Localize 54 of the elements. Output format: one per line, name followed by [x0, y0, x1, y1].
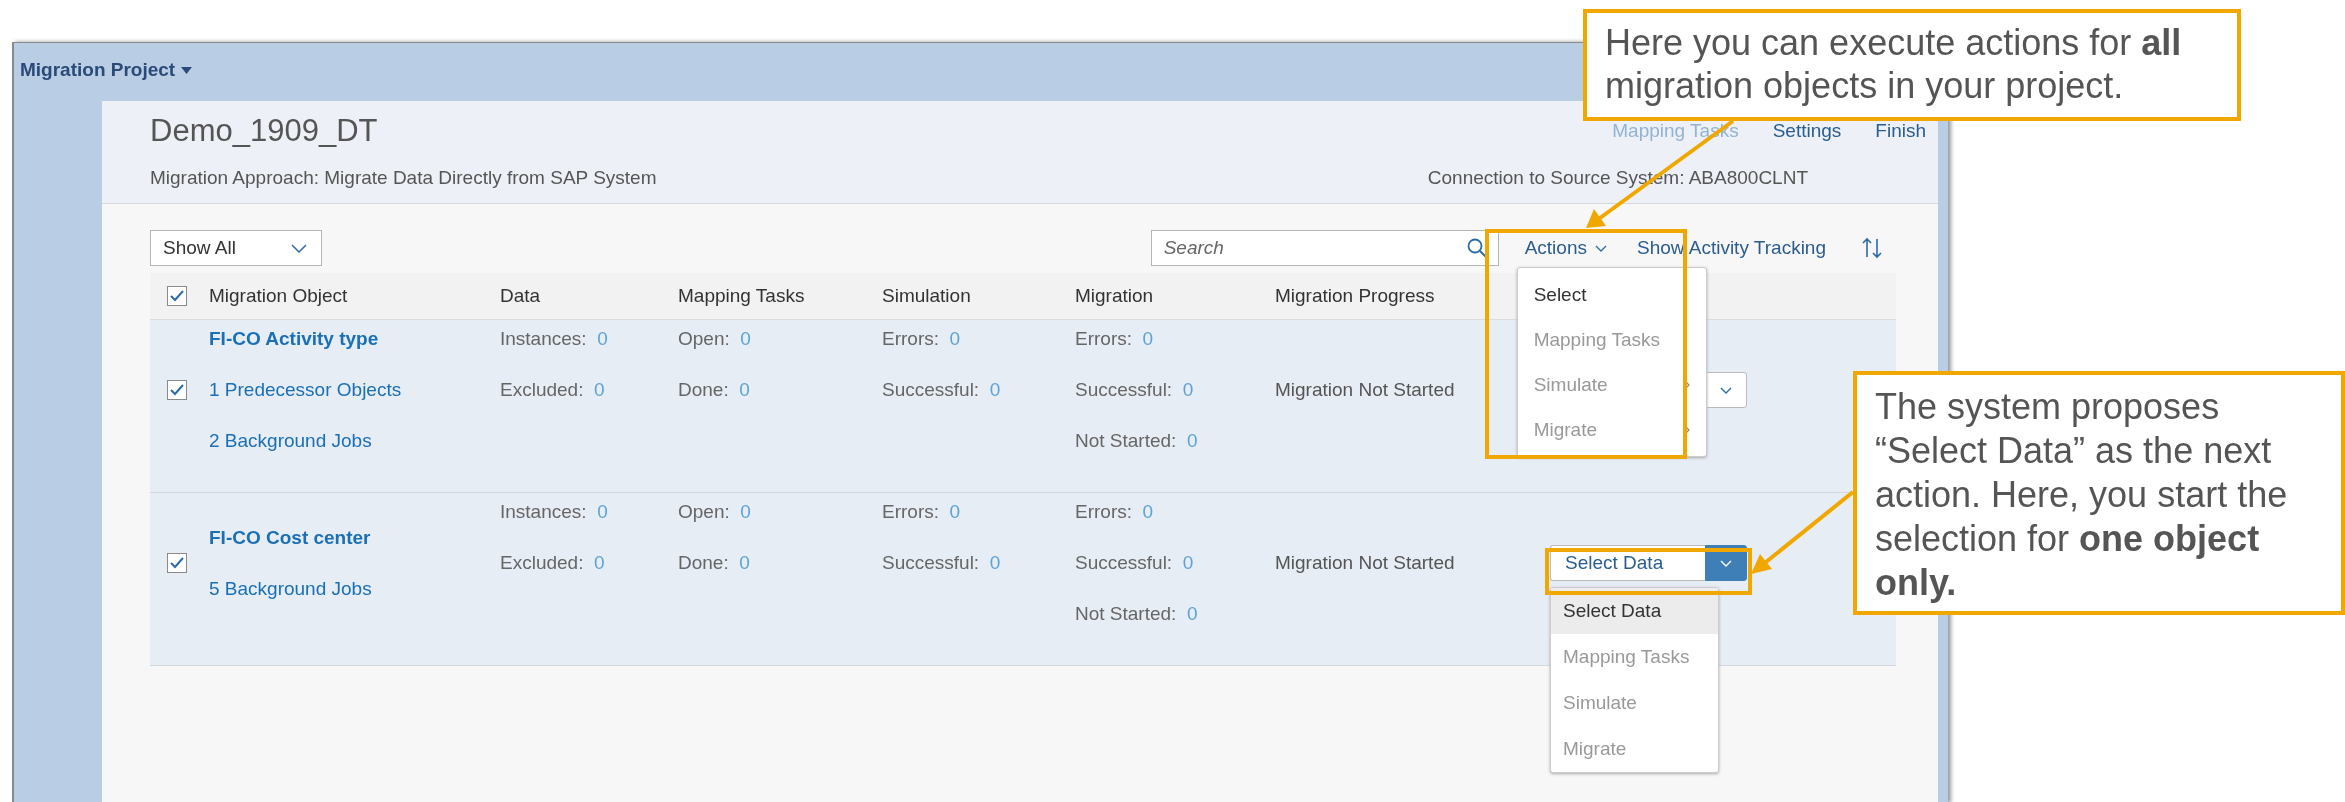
- column-header: Simulation: [882, 285, 971, 307]
- status-count: Successful: 0: [882, 379, 1001, 401]
- chevron-down-icon: [1720, 559, 1732, 567]
- checkbox[interactable]: [166, 380, 187, 400]
- sort-icon[interactable]: [1860, 237, 1884, 259]
- checkbox[interactable]: [166, 286, 187, 306]
- column-header: Mapping Tasks: [678, 285, 805, 307]
- status-count: Successful: 0: [882, 552, 1001, 574]
- status-count: Successful: 0: [1075, 552, 1194, 574]
- header-link[interactable]: Finish: [1875, 120, 1926, 142]
- object-link[interactable]: FI-CO Activity type: [209, 328, 379, 350]
- object-detail-link[interactable]: 1 Predecessor Objects: [209, 379, 402, 401]
- status-count: Instances: 0: [500, 501, 608, 523]
- actions-menu-button[interactable]: Actions: [1524, 237, 1607, 259]
- chevron-down-icon: [291, 243, 307, 253]
- caret-icon: [181, 66, 193, 74]
- status-count: Open: 0: [678, 501, 751, 523]
- status-count: Errors: 0: [882, 328, 961, 350]
- column-header: Migration Object: [209, 285, 348, 307]
- column-header: Migration: [1075, 285, 1154, 307]
- status-count: Not Started: 0: [1075, 430, 1198, 452]
- status-count: Not Started: 0: [1075, 603, 1198, 625]
- object-link[interactable]: FI-CO Cost center: [209, 526, 371, 549]
- search-icon: [1466, 238, 1487, 258]
- status-count: Done: 0: [678, 379, 750, 401]
- status-count: Errors: 0: [1075, 501, 1154, 523]
- status-count: Excluded: 0: [500, 379, 605, 401]
- project-title: Demo_1909_DT: [150, 113, 378, 149]
- callout-note: The system proposes “Select Data” as the next action. Here, you start the selection for one object only.: [1853, 371, 2345, 615]
- progress-status: Migration Not Started: [1275, 379, 1455, 401]
- checkbox[interactable]: [166, 553, 187, 573]
- project-menu-button[interactable]: Migration Project: [20, 59, 193, 81]
- status-count: Excluded: 0: [500, 552, 605, 574]
- status-count: Open: 0: [678, 328, 751, 350]
- menu-item[interactable]: Select: [1517, 272, 1706, 317]
- callout-note: Here you can execute actions for all migration objects in your project.: [1583, 9, 2241, 121]
- chevron-down-icon: [1594, 244, 1607, 252]
- object-detail-link[interactable]: 2 Background Jobs: [209, 430, 372, 452]
- activity-tracking-link[interactable]: Show Activity Tracking: [1636, 237, 1826, 259]
- column-header: Migration Progress: [1275, 285, 1435, 307]
- menu-item[interactable]: Select Data: [1551, 588, 1718, 634]
- header-link[interactable]: Settings: [1772, 120, 1842, 142]
- object-detail-link[interactable]: 5 Background Jobs: [209, 577, 372, 600]
- search-field[interactable]: Search: [1150, 230, 1499, 266]
- column-header: Data: [500, 285, 541, 307]
- migration-approach-text: Migration Approach: Migrate Data Directly from SAP System: [150, 167, 657, 189]
- status-count: Successful: 0: [1075, 379, 1194, 401]
- status-count: Errors: 0: [1075, 328, 1154, 350]
- status-count: Errors: 0: [882, 501, 961, 523]
- status-count: Done: 0: [678, 552, 750, 574]
- progress-status: Migration Not Started: [1275, 552, 1455, 574]
- filter-dropdown[interactable]: Show All: [150, 230, 322, 266]
- status-count: Instances: 0: [500, 328, 608, 350]
- chevron-down-icon: [1720, 386, 1732, 394]
